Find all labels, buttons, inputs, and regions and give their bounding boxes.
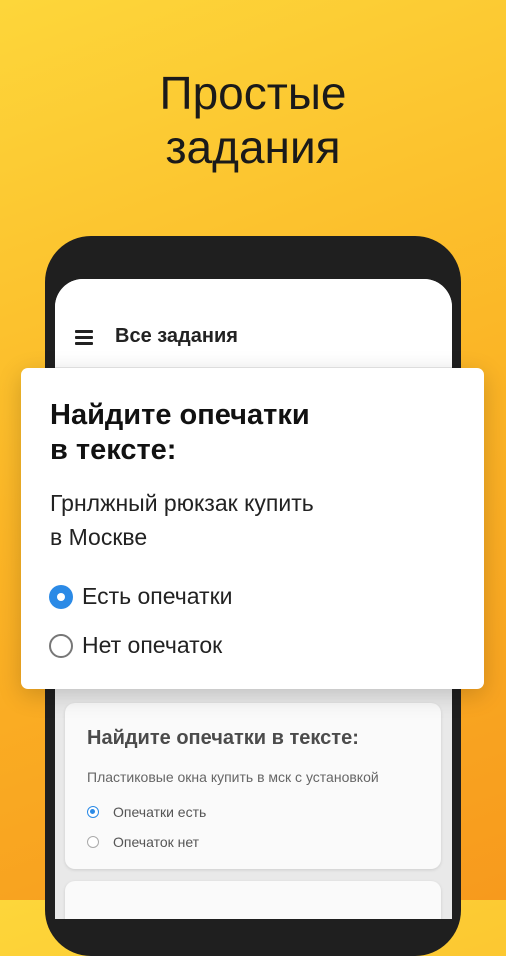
task-title: Найдите опечатки в тексте:	[50, 398, 450, 468]
task-text-line-1: Грнлжный рюкзак купить	[50, 490, 314, 516]
radio-unselected-icon[interactable]	[87, 836, 99, 848]
app-bar-title: Все задания	[115, 325, 238, 347]
next-task-card	[65, 881, 441, 919]
headline-line-2: задания	[165, 121, 341, 173]
task-title-line-1: Найдите опечатки	[50, 399, 310, 431]
background-option-label: Опечаток нет	[113, 834, 200, 850]
task-text-line-2: в Москве	[50, 524, 148, 550]
option-no-typos[interactable]: Нет опечаток	[49, 632, 222, 659]
task-title-line-2: в тексте:	[50, 434, 177, 466]
background-option-label: Опечатки есть	[113, 804, 207, 820]
option-has-typos[interactable]: Есть опечатки	[49, 583, 232, 610]
background-task-title: Найдите опечатки в тексте:	[87, 727, 359, 749]
promo-headline: Простые задания	[0, 66, 506, 174]
background-option-typos-no[interactable]: Опечаток нет	[87, 834, 199, 850]
radio-selected-icon[interactable]	[87, 806, 99, 818]
headline-line-1: Простые	[159, 67, 347, 119]
background-task-text: Пластиковые окна купить в мск с установк…	[87, 769, 379, 785]
radio-selected-icon[interactable]	[49, 584, 73, 609]
task-card: Найдите опечатки в тексте: Грнлжный рюкз…	[21, 368, 484, 689]
option-label: Есть опечатки	[82, 583, 233, 609]
option-label: Нет опечаток	[82, 632, 223, 658]
task-text: Грнлжный рюкзак купить в Москве	[50, 486, 450, 554]
background-option-typos-yes[interactable]: Опечатки есть	[87, 804, 206, 820]
radio-unselected-icon[interactable]	[49, 633, 73, 658]
background-task-card: Найдите опечатки в тексте: Пластиковые о…	[65, 703, 441, 869]
menu-icon[interactable]	[75, 330, 93, 345]
app-bar: Все задания	[55, 279, 452, 367]
